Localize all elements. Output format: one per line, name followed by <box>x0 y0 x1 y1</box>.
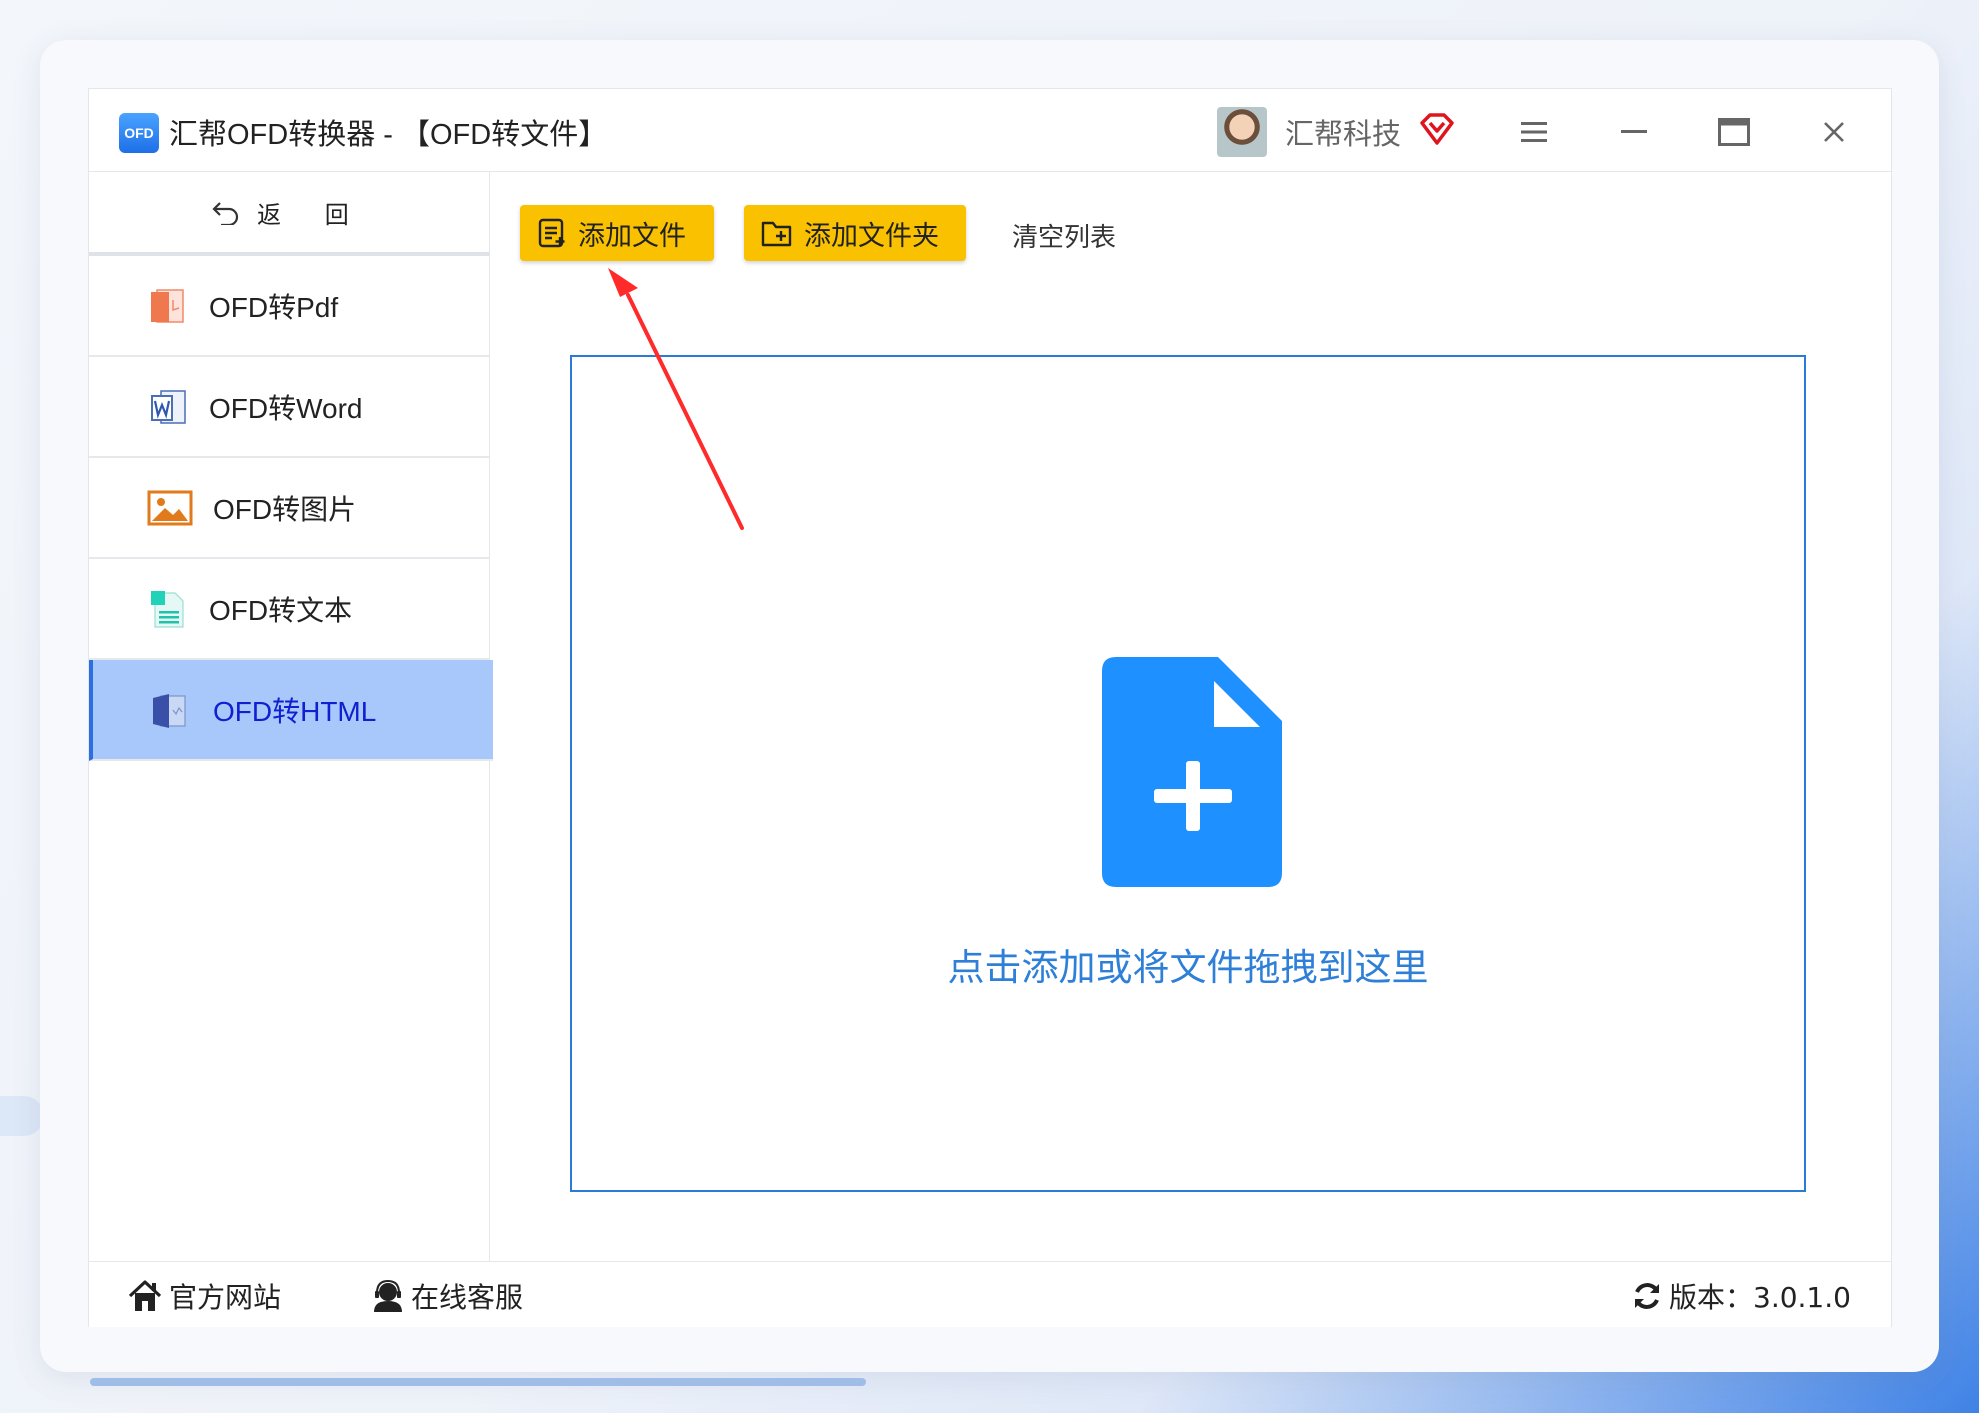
vip-diamond-icon[interactable] <box>1419 111 1455 147</box>
app-logo-text: OFD <box>124 125 154 141</box>
online-support-label: 在线客服 <box>411 1281 524 1314</box>
drop-hint-text[interactable]: 点击添加或将文件拖拽到这里 <box>572 937 1804 991</box>
pdf-icon <box>151 289 184 323</box>
add-folder-label: 添加文件夹 <box>804 220 939 252</box>
file-drop-zone[interactable]: 点击添加或将文件拖拽到这里 <box>570 355 1806 1192</box>
back-arrow-icon <box>212 202 239 225</box>
online-support-link[interactable]: 在线客服 <box>371 1276 523 1316</box>
add-folder-button[interactable]: 添加文件夹 <box>744 205 966 261</box>
minimize-button[interactable] <box>1609 107 1659 157</box>
close-icon <box>1824 122 1844 142</box>
add-file-icon <box>538 218 565 248</box>
back-label: 返 回 <box>257 200 367 229</box>
side-floating-tab <box>0 1096 44 1136</box>
clear-list-button[interactable]: 清空列表 <box>1012 217 1116 254</box>
user-avatar[interactable] <box>1217 107 1267 157</box>
sidebar-item-label: OFD转文本 <box>209 595 353 626</box>
add-document-icon[interactable] <box>1102 657 1282 887</box>
sidebar-item-ofd-text[interactable]: OFD转文本 <box>89 559 489 660</box>
maximize-button[interactable] <box>1709 107 1759 157</box>
add-file-button[interactable]: 添加文件 <box>520 205 714 261</box>
add-folder-icon <box>761 221 792 247</box>
minimize-icon <box>1621 130 1647 133</box>
sidebar-item-label: OFD转Word <box>209 393 363 424</box>
close-button[interactable] <box>1809 107 1859 157</box>
sidebar-item-label: OFD转图片 <box>213 494 357 525</box>
sidebar-item-ofd-word[interactable]: OFD转Word <box>89 357 489 458</box>
back-button[interactable]: 返 回 <box>89 172 489 252</box>
html-icon <box>153 694 186 728</box>
refresh-icon <box>1635 1283 1659 1309</box>
word-icon <box>151 390 186 424</box>
hamburger-icon <box>1521 122 1547 142</box>
official-website-label: 官方网站 <box>169 1281 282 1314</box>
horizontal-scrollbar[interactable] <box>90 1378 866 1386</box>
text-file-icon <box>151 591 184 628</box>
version-label: 版本：3.0.1.0 <box>1669 1281 1851 1314</box>
title-bar: OFD 汇帮OFD转换器 - 【OFD转文件】 汇帮科技 <box>89 89 1891 172</box>
sidebar-item-label: OFD转Pdf <box>209 292 339 323</box>
add-file-label: 添加文件 <box>578 220 686 252</box>
sidebar: 返 回 OFD转Pdf OFD转Word OFD转图片 OFD转文本 OFD转H… <box>89 172 493 1262</box>
sidebar-item-ofd-image[interactable]: OFD转图片 <box>89 458 489 559</box>
sidebar-item-ofd-html[interactable]: OFD转HTML <box>89 660 493 761</box>
app-logo-icon: OFD <box>119 113 159 153</box>
image-icon <box>147 490 193 526</box>
menu-button[interactable] <box>1509 107 1559 157</box>
user-name[interactable]: 汇帮科技 <box>1285 111 1401 153</box>
window-title: 汇帮OFD转换器 - 【OFD转文件】 <box>169 119 608 151</box>
home-icon <box>128 1280 162 1311</box>
footer-bar: 官方网站 在线客服 版本：3.0.1.0 <box>89 1261 1891 1327</box>
sidebar-item-label: OFD转HTML <box>213 696 377 727</box>
version-info[interactable]: 版本：3.0.1.0 <box>1631 1276 1851 1316</box>
maximize-icon <box>1718 118 1750 146</box>
app-window: OFD 汇帮OFD转换器 - 【OFD转文件】 汇帮科技 返 回 OFD转Pdf… <box>88 88 1892 1327</box>
official-website-link[interactable]: 官方网站 <box>127 1276 281 1316</box>
support-agent-icon <box>374 1279 402 1312</box>
sidebar-item-ofd-pdf[interactable]: OFD转Pdf <box>89 256 489 357</box>
